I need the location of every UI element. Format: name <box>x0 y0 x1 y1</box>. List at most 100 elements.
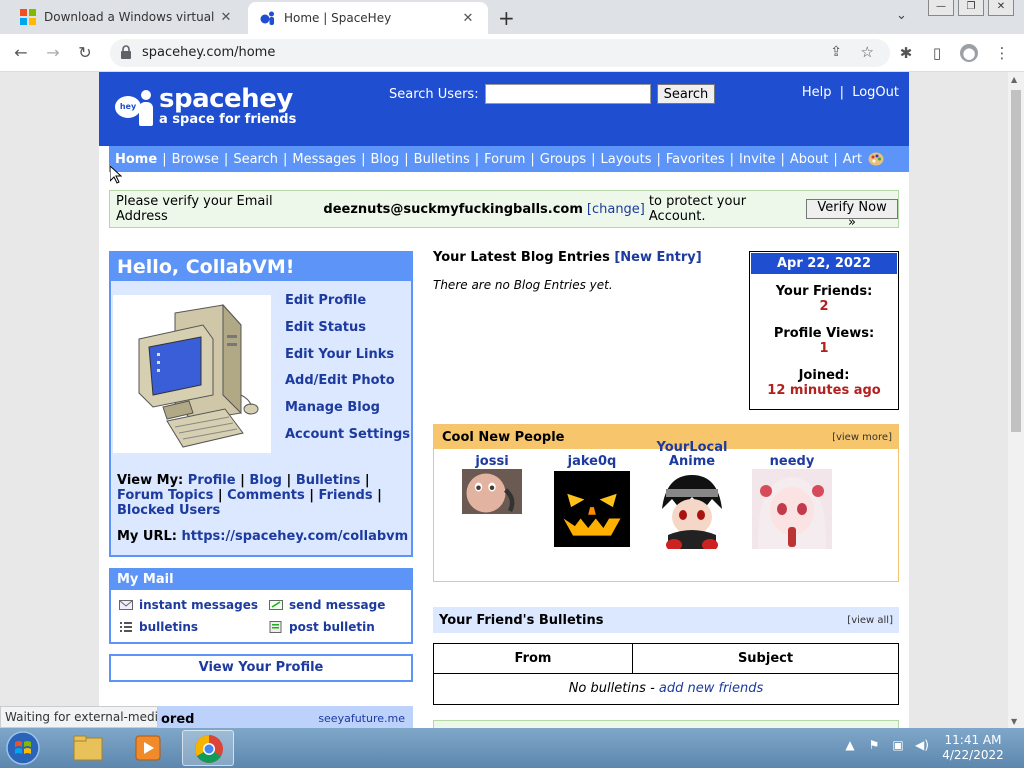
person-photo[interactable] <box>452 469 532 529</box>
nav-search[interactable]: Search <box>233 152 278 167</box>
tab-title: Home | SpaceHey <box>284 11 392 25</box>
menu-kebab-icon[interactable]: ⋮ <box>993 44 1011 62</box>
action-center-icon[interactable]: ⚑ <box>866 738 882 754</box>
nav-blog[interactable]: Blog <box>371 152 400 167</box>
back-icon[interactable]: ← <box>10 42 32 64</box>
nav-browse[interactable]: Browse <box>172 152 219 167</box>
tab-search-chevron-icon[interactable]: ⌄ <box>896 8 907 23</box>
nav-forum[interactable]: Forum <box>484 152 525 167</box>
minimize-icon[interactable]: — <box>928 0 954 16</box>
nav-favorites[interactable]: Favorites <box>666 152 725 167</box>
tab-windows-download[interactable]: Download a Windows virtual ma ✕ <box>8 0 246 34</box>
person-name[interactable]: needy <box>747 441 837 469</box>
nav-invite[interactable]: Invite <box>739 152 775 167</box>
windows-start-icon[interactable] <box>4 730 42 766</box>
view-forum-topics-link[interactable]: Forum Topics <box>117 488 213 503</box>
profile-avatar-icon[interactable]: ● <box>960 44 978 62</box>
side-panel-icon[interactable]: ▯ <box>928 44 946 62</box>
edit-photo-link[interactable]: Add/Edit Photo <box>285 373 410 400</box>
new-entry-link[interactable]: [New Entry] <box>614 250 701 265</box>
person-name[interactable]: jake0q <box>547 441 637 469</box>
extensions-icon[interactable]: ✱ <box>897 44 915 62</box>
bookmark-star-icon[interactable]: ☆ <box>861 43 874 61</box>
view-friends-link[interactable]: Friends <box>319 488 373 503</box>
edit-profile-link[interactable]: Edit Profile <box>285 293 410 320</box>
view-blog-link[interactable]: Blog <box>249 473 282 488</box>
forward-icon[interactable]: → <box>42 42 64 64</box>
person-name[interactable]: YourLocalAnime <box>647 427 737 469</box>
sponsored-link[interactable]: seeyafuture.me <box>318 712 405 725</box>
nav-home[interactable]: Home <box>115 152 157 167</box>
show-hidden-icons-icon[interactable]: ▲ <box>842 738 858 754</box>
view-more-link[interactable]: [view more] <box>832 432 892 443</box>
nav-groups[interactable]: Groups <box>540 152 586 167</box>
taskbar-clock[interactable]: 11:41 AM 4/22/2022 <box>936 733 1010 763</box>
restore-icon[interactable]: ❐ <box>958 0 984 16</box>
search-button[interactable]: Search <box>656 84 716 104</box>
person-photo[interactable] <box>752 469 832 549</box>
person-photo[interactable] <box>554 469 630 549</box>
share-icon[interactable]: ⇪ <box>830 44 842 60</box>
view-my-links: View My: Profile | Blog | Bulletins | Fo… <box>117 473 382 518</box>
spacehey-logo[interactable]: hey spacehey a space for friends <box>115 86 296 128</box>
nav-art[interactable]: Art <box>843 152 862 167</box>
omnibox[interactable]: spacehey.com/home ⇪ ☆ <box>110 39 890 67</box>
person-needy[interactable]: needy <box>747 441 837 553</box>
edit-links: Edit Profile Edit Status Edit Your Links… <box>285 293 410 454</box>
view-comments-link[interactable]: Comments <box>227 488 305 503</box>
nav-about[interactable]: About <box>790 152 828 167</box>
logout-link[interactable]: LogOut <box>852 85 899 100</box>
scroll-up-icon[interactable]: ▲ <box>1011 75 1017 84</box>
nav-messages[interactable]: Messages <box>292 152 356 167</box>
tab-spacehey-home[interactable]: Home | SpaceHey ✕ <box>248 2 488 34</box>
chrome-taskbar-button[interactable] <box>182 730 234 766</box>
close-tab-icon[interactable]: ✕ <box>218 10 234 25</box>
nav-bulletins[interactable]: Bulletins <box>414 152 470 167</box>
person-jossi[interactable]: jossi <box>447 441 537 533</box>
media-player-icon[interactable] <box>122 730 174 766</box>
volume-icon[interactable]: ◀) <box>914 738 930 754</box>
add-new-friends-link[interactable]: add new friends <box>659 681 763 696</box>
account-settings-link[interactable]: Account Settings <box>285 427 410 454</box>
manage-blog-link[interactable]: Manage Blog <box>285 400 410 427</box>
bulletins-link[interactable]: bulletins <box>119 620 198 634</box>
clock-time: 11:41 AM <box>944 733 1002 747</box>
post-bulletin-link[interactable]: post bulletin <box>269 620 375 634</box>
my-url-link[interactable]: https://spacehey.com/collabvm <box>182 529 409 544</box>
edit-status-link[interactable]: Edit Status <box>285 320 410 347</box>
reload-icon[interactable]: ↻ <box>74 42 96 64</box>
view-profile-link[interactable]: Profile <box>188 473 236 488</box>
file-explorer-icon[interactable] <box>62 730 114 766</box>
list-icon <box>120 622 132 632</box>
avatar[interactable] <box>113 295 271 453</box>
views-label: Profile Views: <box>773 326 875 341</box>
instant-messages-link[interactable]: instant messages <box>119 598 258 612</box>
new-tab-icon[interactable]: + <box>498 6 515 30</box>
view-your-profile-button[interactable]: View Your Profile <box>109 654 413 682</box>
view-bulletins-link[interactable]: Bulletins <box>296 473 361 488</box>
edit-links-link[interactable]: Edit Your Links <box>285 347 410 374</box>
help-link[interactable]: Help <box>802 85 832 100</box>
network-icon[interactable]: ▣ <box>890 738 906 754</box>
browser-tab-bar: Download a Windows virtual ma ✕ Home | S… <box>0 0 1024 34</box>
header-links: Help | LogOut <box>801 85 899 100</box>
person-photo[interactable] <box>652 469 732 551</box>
send-message-link[interactable]: send message <box>269 598 385 612</box>
search-label: Search Users: <box>389 86 479 102</box>
search-users-input[interactable] <box>484 84 651 104</box>
close-window-icon[interactable]: ✕ <box>988 0 1014 16</box>
view-blocked-users-link[interactable]: Blocked Users <box>117 503 220 518</box>
verify-now-button[interactable]: Verify Now » <box>806 199 899 230</box>
close-tab-icon[interactable]: ✕ <box>460 11 476 26</box>
mouse-cursor-icon <box>110 166 122 184</box>
change-email-link[interactable]: [change] <box>587 202 645 217</box>
scroll-down-icon[interactable]: ▼ <box>1011 717 1017 726</box>
person-name[interactable]: jossi <box>447 441 537 469</box>
scrollbar-thumb[interactable] <box>1011 90 1021 432</box>
nav-layouts[interactable]: Layouts <box>601 152 652 167</box>
page-scrollbar[interactable]: ▲ ▼ <box>1008 72 1024 728</box>
view-all-link[interactable]: [view all] <box>847 615 893 626</box>
system-tray: ▲ ⚑ ▣ ◀) <box>842 738 930 754</box>
person-jake0q[interactable]: jake0q <box>547 441 637 553</box>
person-yourlocalanime[interactable]: YourLocalAnime <box>647 427 737 553</box>
